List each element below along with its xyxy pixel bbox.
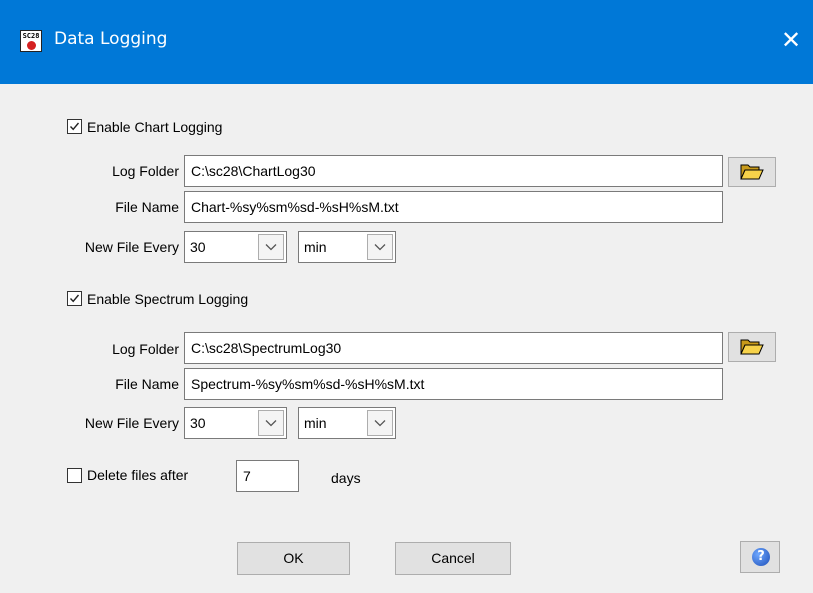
chart-browse-folder-button[interactable] — [728, 157, 776, 187]
enable-chart-logging-label[interactable]: Enable Chart Logging — [87, 119, 222, 135]
ok-button[interactable]: OK — [237, 542, 350, 575]
chart-file-name-label: File Name — [115, 199, 179, 215]
chart-unit-select[interactable]: min — [298, 231, 396, 263]
spectrum-new-file-every-label: New File Every — [84, 415, 179, 431]
chevron-down-icon — [265, 420, 277, 427]
checkmark-icon — [69, 294, 80, 303]
app-icon-dot — [27, 41, 36, 50]
title-bar: SC28 Data Logging ✕ — [0, 0, 813, 84]
chart-interval-dropdown-button[interactable] — [258, 234, 284, 260]
chart-interval-select[interactable]: 30 — [184, 231, 287, 263]
chart-unit-dropdown-button[interactable] — [367, 234, 393, 260]
dialog-body: Enable Chart Logging Log Folder C:\sc28\… — [11, 84, 802, 593]
chart-interval-value: 30 — [190, 239, 206, 255]
spectrum-interval-select[interactable]: 30 — [184, 407, 287, 439]
chevron-down-icon — [374, 420, 386, 427]
spectrum-interval-dropdown-button[interactable] — [258, 410, 284, 436]
delete-files-label[interactable]: Delete files after — [87, 467, 188, 483]
spectrum-file-name-input[interactable]: Spectrum-%sy%sm%sd-%sH%sM.txt — [184, 368, 723, 400]
chart-log-folder-input[interactable]: C:\sc28\ChartLog30 — [184, 155, 723, 187]
spectrum-browse-folder-button[interactable] — [728, 332, 776, 362]
spectrum-log-folder-label: Log Folder — [112, 341, 179, 357]
delete-files-checkbox[interactable] — [67, 468, 82, 483]
chevron-down-icon — [265, 244, 277, 251]
enable-spectrum-logging-label[interactable]: Enable Spectrum Logging — [87, 291, 248, 307]
spectrum-interval-value: 30 — [190, 415, 206, 431]
folder-open-icon — [740, 339, 764, 355]
days-label: days — [331, 470, 361, 486]
help-icon: ? — [752, 548, 770, 566]
chart-file-name-input[interactable]: Chart-%sy%sm%sd-%sH%sM.txt — [184, 191, 723, 223]
app-icon: SC28 — [20, 30, 42, 52]
delete-days-input[interactable]: 7 — [236, 460, 299, 492]
close-button[interactable]: ✕ — [775, 24, 807, 56]
chart-log-folder-label: Log Folder — [112, 163, 179, 179]
chevron-down-icon — [374, 244, 386, 251]
chart-unit-value: min — [304, 239, 327, 255]
folder-open-icon — [740, 164, 764, 180]
spectrum-log-folder-input[interactable]: C:\sc28\SpectrumLog30 — [184, 332, 723, 364]
app-icon-text: SC28 — [22, 32, 40, 40]
chart-new-file-every-label: New File Every — [84, 239, 179, 255]
cancel-button[interactable]: Cancel — [395, 542, 511, 575]
enable-spectrum-logging-checkbox[interactable] — [67, 291, 82, 306]
spectrum-unit-dropdown-button[interactable] — [367, 410, 393, 436]
spectrum-unit-value: min — [304, 415, 327, 431]
checkmark-icon — [69, 122, 80, 131]
spectrum-file-name-label: File Name — [115, 376, 179, 392]
window-title: Data Logging — [54, 29, 168, 49]
help-button[interactable]: ? — [740, 541, 780, 573]
spectrum-unit-select[interactable]: min — [298, 407, 396, 439]
enable-chart-logging-checkbox[interactable] — [67, 119, 82, 134]
